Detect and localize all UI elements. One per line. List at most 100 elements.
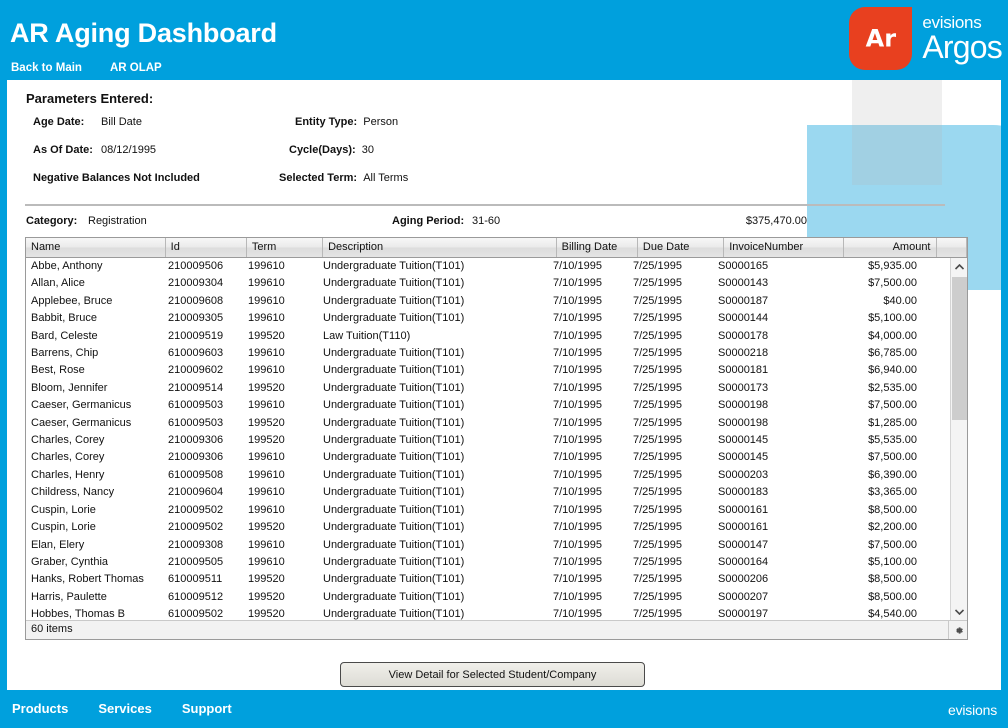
aging-data-grid[interactable]: Name Id Term Description Billing Date Du…	[25, 237, 968, 640]
cell-invoice-number: S0000161	[718, 521, 769, 534]
footer-link-services[interactable]: Services	[98, 701, 152, 716]
cell-name: Bloom, Jennifer	[31, 381, 108, 394]
cell-invoice-number: S0000164	[718, 555, 769, 568]
cell-due-date: 7/25/1995	[633, 277, 682, 290]
param-as-of-date: As Of Date: 08/12/1995	[33, 144, 156, 156]
scroll-down-chevron-down-icon[interactable]	[951, 603, 967, 620]
table-row[interactable]: Caeser, Germanicus 610009503 199610 Undergr…	[26, 397, 952, 414]
cell-billing-date: 7/10/1995	[553, 294, 602, 307]
param-cycle-days: Cycle(Days): 30	[289, 144, 374, 156]
nav-back-to-main[interactable]: Back to Main	[11, 62, 82, 74]
cell-filler	[922, 484, 952, 501]
cell-id: 210009502	[168, 521, 224, 534]
column-header-term[interactable]: Term	[246, 238, 324, 258]
column-header-description[interactable]: Description	[322, 238, 557, 258]
column-header-name[interactable]: Name	[26, 238, 166, 258]
table-row[interactable]: Charles, Corey 210009306 199520 Undergradua…	[26, 432, 952, 449]
cell-billing-date: 7/10/1995	[553, 451, 602, 464]
cell-term: 199520	[248, 573, 285, 586]
summary-row: Category: Registration Aging Period: 31-…	[7, 212, 1001, 236]
table-row[interactable]: Hanks, Robert Thomas 610009511 199520 Under…	[26, 571, 952, 588]
column-header-amount[interactable]: Amount	[843, 238, 937, 258]
table-row[interactable]: Best, Rose 210009602 199610 Undergraduate T…	[26, 362, 952, 379]
footer-nav: Products Services Support	[12, 701, 232, 716]
cell-name: Best, Rose	[31, 364, 85, 377]
grid-vertical-scrollbar[interactable]	[950, 258, 967, 620]
cell-filler	[922, 606, 952, 620]
cell-id: 210009514	[168, 381, 224, 394]
cell-name: Cuspin, Lorie	[31, 521, 96, 534]
cell-amount: $5,100.00	[868, 555, 917, 568]
cell-amount: $4,000.00	[868, 329, 917, 342]
cell-invoice-number: S0000144	[718, 312, 769, 325]
cell-term: 199610	[248, 312, 285, 325]
cell-id: 210009306	[168, 434, 224, 447]
cell-due-date: 7/25/1995	[633, 347, 682, 360]
cell-name: Allan, Alice	[31, 277, 85, 290]
table-row[interactable]: Elan, Elery 210009308 199610 Undergraduate …	[26, 537, 952, 554]
cell-billing-date: 7/10/1995	[553, 381, 602, 394]
cell-id: 210009506	[168, 260, 224, 272]
cell-name: Charles, Corey	[31, 451, 105, 464]
cell-term: 199610	[248, 503, 285, 516]
footer-link-support[interactable]: Support	[182, 701, 232, 716]
cell-filler	[922, 380, 952, 397]
cell-due-date: 7/25/1995	[633, 538, 682, 551]
table-row[interactable]: Cuspin, Lorie 210009502 199520 Undergraduat…	[26, 519, 952, 536]
table-row[interactable]: Barrens, Chip 610009603 199610 Undergraduat…	[26, 345, 952, 362]
param-negative-balances-note: Negative Balances Not Included	[33, 172, 200, 184]
table-row[interactable]: Hobbes, Thomas B 610009502 199520 Undergrad…	[26, 606, 952, 620]
table-row[interactable]: Cuspin, Lorie 210009502 199610 Undergraduat…	[26, 502, 952, 519]
param-age-date-label: Age Date:	[33, 116, 85, 128]
cell-id: 610009502	[168, 608, 224, 620]
cell-name: Hanks, Robert Thomas	[31, 573, 144, 586]
cell-amount: $8,500.00	[868, 573, 917, 586]
table-row[interactable]: Abbe, Anthony 210009506 199610 Undergraduat…	[26, 258, 952, 275]
cell-due-date: 7/25/1995	[633, 260, 682, 272]
argos-logo-mark-text: Ar	[865, 23, 897, 52]
table-row[interactable]: Charles, Corey 210009306 199610 Undergradua…	[26, 449, 952, 466]
table-row[interactable]: Childress, Nancy 210009604 199610 Undergrad…	[26, 484, 952, 501]
scroll-up-chevron-up-icon[interactable]	[951, 258, 967, 275]
table-row[interactable]: Allan, Alice 210009304 199610 Undergraduate…	[26, 275, 952, 292]
cell-term: 199520	[248, 329, 285, 342]
header-nav: Back to Main AR OLAP	[11, 62, 162, 74]
cell-billing-date: 7/10/1995	[553, 468, 602, 481]
table-row[interactable]: Bloom, Jennifer 210009514 199520 Undergradu…	[26, 380, 952, 397]
cell-id: 210009604	[168, 486, 224, 499]
cell-description: Undergraduate Tuition(T101)	[323, 364, 465, 377]
cell-billing-date: 7/10/1995	[553, 329, 602, 342]
app-footer: Products Services Support evisions	[0, 690, 1008, 728]
cell-term: 199610	[248, 555, 285, 568]
grid-settings-gear-icon[interactable]	[948, 620, 967, 639]
table-row[interactable]: Caeser, Germanicus 610009503 199520 Undergr…	[26, 415, 952, 432]
column-header-invoice-number[interactable]: InvoiceNumber	[723, 238, 845, 258]
table-row[interactable]: Graber, Cynthia 210009505 199610 Undergradu…	[26, 554, 952, 571]
table-row[interactable]: Bard, Celeste 210009519 199520 Law Tuition(…	[26, 328, 952, 345]
column-header-id[interactable]: Id	[165, 238, 247, 258]
table-row[interactable]: Harris, Paulette 610009512 199520 Undergrad…	[26, 589, 952, 606]
nav-ar-olap[interactable]: AR OLAP	[110, 62, 162, 74]
cell-filler	[922, 310, 952, 327]
table-row[interactable]: Applebee, Bruce 210009608 199610 Undergradu…	[26, 293, 952, 310]
cell-term: 199520	[248, 434, 285, 447]
aging-period-label: Aging Period:	[392, 215, 465, 227]
cell-term: 199520	[248, 381, 285, 394]
param-negative-balances-label: Negative Balances Not Included	[33, 172, 200, 184]
cell-due-date: 7/25/1995	[633, 381, 682, 394]
view-detail-button[interactable]: View Detail for Selected Student/Company	[340, 662, 645, 687]
footer-link-products[interactable]: Products	[12, 701, 68, 716]
cell-term: 199610	[248, 451, 285, 464]
cell-term: 199610	[248, 468, 285, 481]
grid-rows-table: Abbe, Anthony 210009506 199610 Undergraduat…	[26, 258, 952, 620]
table-row[interactable]: Charles, Henry 610009508 199610 Undergradua…	[26, 467, 952, 484]
cell-description: Undergraduate Tuition(T101)	[323, 486, 465, 499]
cell-filler	[922, 415, 952, 432]
cell-filler	[922, 293, 952, 310]
table-row[interactable]: Babbit, Bruce 210009305 199610 Undergraduat…	[26, 310, 952, 327]
param-entity-type-label: Entity Type:	[295, 116, 358, 128]
column-header-billing-date[interactable]: Billing Date	[556, 238, 638, 258]
scroll-thumb[interactable]	[952, 277, 967, 420]
cell-term: 199610	[248, 538, 285, 551]
column-header-due-date[interactable]: Due Date	[637, 238, 725, 258]
